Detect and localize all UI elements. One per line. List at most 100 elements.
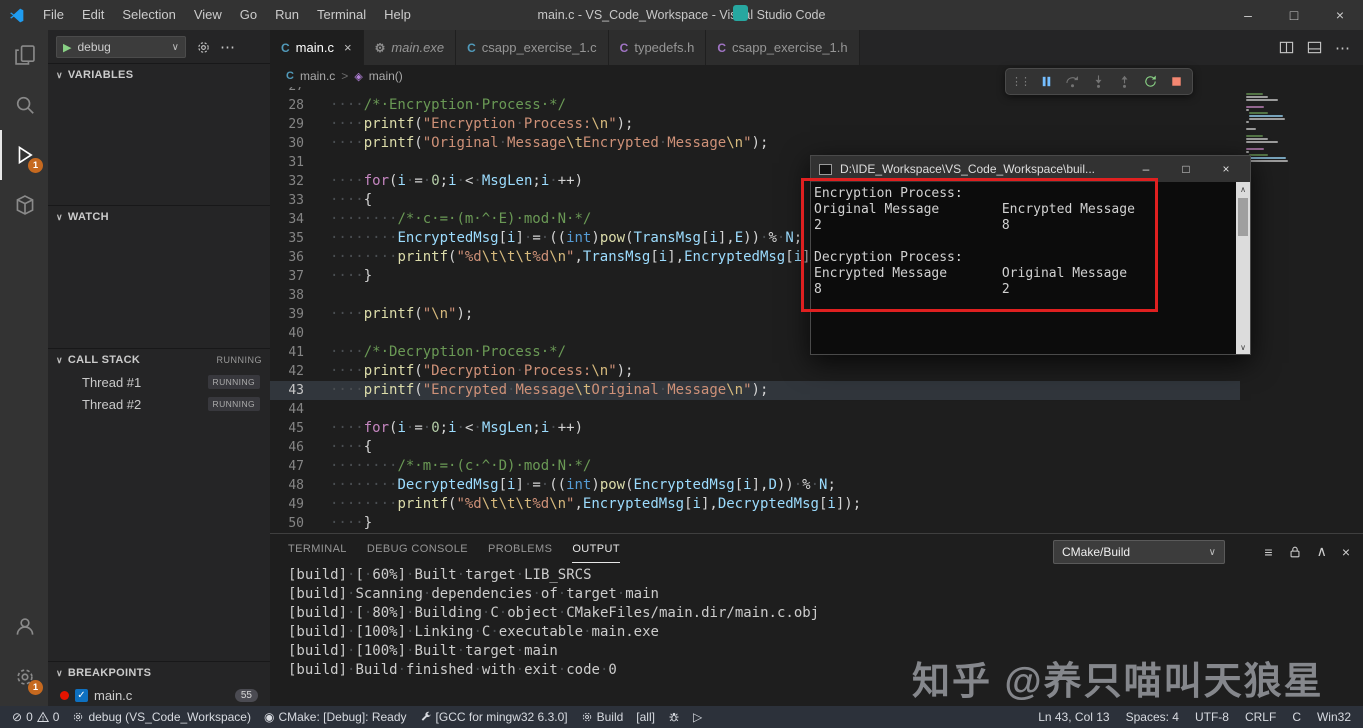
status-debug-button[interactable] [668, 711, 680, 723]
line-number[interactable]: 28 [270, 96, 322, 115]
debug-more-button[interactable]: ⋯ [220, 38, 236, 56]
maximize-button[interactable]: □ [1271, 0, 1317, 30]
menu-terminal[interactable]: Terminal [308, 0, 375, 30]
editor-tab-main.exe[interactable]: ⚙ main.exe [363, 30, 457, 65]
line-number[interactable]: 38 [270, 286, 322, 305]
output-menu-icon[interactable]: ≡ [1264, 544, 1272, 560]
line-number[interactable]: 37 [270, 267, 322, 286]
breadcrumb-symbol[interactable]: main() [369, 69, 403, 83]
line-number[interactable]: 40 [270, 324, 322, 343]
line-number[interactable]: 31 [270, 153, 322, 172]
scroll-up-arrow[interactable]: ∧ [1236, 182, 1250, 196]
line-number[interactable]: 32 [270, 172, 322, 191]
close-button[interactable]: × [1317, 0, 1363, 30]
line-number[interactable]: 43 [270, 381, 322, 400]
pause-button[interactable] [1033, 70, 1059, 94]
menu-run[interactable]: Run [266, 0, 308, 30]
breakpoint-row[interactable]: ✓ main.c 55 [48, 684, 270, 706]
line-number[interactable]: 35 [270, 229, 322, 248]
line-number[interactable]: 33 [270, 191, 322, 210]
line-number[interactable]: 45 [270, 419, 322, 438]
line-number[interactable]: 30 [270, 134, 322, 153]
status-cmake-status[interactable]: ◉ CMake: [Debug]: Ready [264, 710, 407, 724]
code-line[interactable]: 28 ····/*·Encryption·Process·*/ [270, 96, 1240, 115]
menu-help[interactable]: Help [375, 0, 420, 30]
console-scrollbar[interactable]: ∧ ∨ [1236, 182, 1250, 354]
section-variables[interactable]: ∨ VARIABLES [48, 64, 270, 86]
breadcrumb[interactable]: C main.c > ◈ main() [270, 65, 1363, 87]
debug-start-icon[interactable]: ▶ [63, 41, 71, 54]
menu-view[interactable]: View [185, 0, 231, 30]
menu-selection[interactable]: Selection [113, 0, 184, 30]
activity-item-manage[interactable]: 1 [0, 652, 48, 702]
menu-go[interactable]: Go [231, 0, 266, 30]
line-number[interactable]: 39 [270, 305, 322, 324]
drag-handle[interactable]: ⋮⋮ [1009, 75, 1033, 88]
layout-button[interactable] [1307, 40, 1322, 55]
debug-config-select[interactable]: ▶ debug ∨ [56, 36, 186, 58]
line-number[interactable]: 50 [270, 514, 322, 533]
editor-more-button[interactable]: ⋯ [1335, 39, 1351, 57]
line-number[interactable]: 27 [270, 87, 322, 96]
panel-tab-problems[interactable]: PROBLEMS [488, 536, 552, 563]
minimize-button[interactable]: – [1225, 0, 1271, 30]
callstack-thread-row[interactable]: Thread #2 RUNNING [48, 393, 270, 415]
status-indentation[interactable]: Spaces: 4 [1126, 710, 1179, 724]
line-number[interactable]: 41 [270, 343, 322, 362]
output-channel-select[interactable]: CMake/Build ∨ [1053, 540, 1225, 564]
console-titlebar[interactable]: D:\IDE_Workspace\VS_Code_Workspace\buil.… [811, 156, 1250, 182]
activity-item-explorer[interactable] [0, 30, 48, 80]
status-debug-config[interactable]: debug (VS_Code_Workspace) [72, 710, 251, 724]
code-line[interactable]: 47 ········/*·m·=·(c·^·D)·mod·N·*/ [270, 457, 1240, 476]
code-line[interactable]: 30 ····printf("Original·Message\tEncrypte… [270, 134, 1240, 153]
console-window[interactable]: D:\IDE_Workspace\VS_Code_Workspace\buil.… [810, 155, 1251, 355]
code-line[interactable]: 29 ····printf("Encryption·Process:\n"); [270, 115, 1240, 134]
section-breakpoints[interactable]: ∨ BREAKPOINTS [48, 662, 270, 684]
line-number[interactable]: 42 [270, 362, 322, 381]
code-line[interactable]: 48 ········DecryptedMsg[i]·=·((int)pow(En… [270, 476, 1240, 495]
step-into-button[interactable] [1085, 70, 1111, 94]
breadcrumb-file[interactable]: main.c [300, 69, 335, 83]
status-cursor-position[interactable]: Ln 43, Col 13 [1038, 710, 1109, 724]
step-out-button[interactable] [1111, 70, 1137, 94]
status-launch-button[interactable]: ▷ [693, 710, 702, 724]
callstack-thread-row[interactable]: Thread #1 RUNNING [48, 371, 270, 393]
menu-edit[interactable]: Edit [73, 0, 113, 30]
section-watch[interactable]: ∨ WATCH [48, 206, 270, 228]
line-number[interactable]: 49 [270, 495, 322, 514]
breakpoint-checkbox[interactable]: ✓ [75, 688, 88, 702]
restart-button[interactable] [1137, 70, 1163, 94]
editor-tab-csapp_exercise_1.c[interactable]: Ccsapp_exercise_1.c [456, 30, 609, 65]
activity-item-run-debug[interactable]: 1 [0, 130, 48, 180]
editor-tab-main.c[interactable]: Cmain.c × [270, 30, 364, 65]
code-line[interactable]: 45 ····for(i·=·0;i·<·MsgLen;i·++) [270, 419, 1240, 438]
panel-tab-debug-console[interactable]: DEBUG CONSOLE [367, 536, 468, 563]
status-eol[interactable]: CRLF [1245, 710, 1276, 724]
status-kit[interactable]: [GCC for mingw32 6.3.0] [420, 710, 568, 724]
panel-tab-output[interactable]: OUTPUT [572, 536, 620, 563]
status-problems[interactable]: ⊘ 0 0 [12, 710, 59, 724]
line-number[interactable]: 47 [270, 457, 322, 476]
editor-tab-typedefs.h[interactable]: Ctypedefs.h [608, 30, 707, 65]
activity-item-extensions[interactable] [0, 180, 48, 230]
scroll-down-arrow[interactable]: ∨ [1236, 340, 1250, 354]
section-callstack[interactable]: ∨ CALL STACK RUNNING [48, 349, 270, 371]
panel-tab-terminal[interactable]: TERMINAL [288, 536, 347, 563]
line-number[interactable]: 36 [270, 248, 322, 267]
lock-scroll-button[interactable] [1288, 545, 1302, 559]
status-encoding[interactable]: UTF-8 [1195, 710, 1229, 724]
activity-item-search[interactable] [0, 80, 48, 130]
line-number[interactable]: 44 [270, 400, 322, 419]
editor-tab-csapp_exercise_1.h[interactable]: Ccsapp_exercise_1.h [706, 30, 860, 65]
status-build-target[interactable]: [all] [636, 710, 655, 724]
code-line[interactable]: 46 ····{ [270, 438, 1240, 457]
console-close-button[interactable]: × [1210, 156, 1242, 182]
line-number[interactable]: 48 [270, 476, 322, 495]
status-build-button[interactable]: Build [581, 710, 623, 724]
status-platform[interactable]: Win32 [1317, 710, 1351, 724]
code-line[interactable]: 49 ········printf("%d\t\t\t%d\n",Encrypte… [270, 495, 1240, 514]
close-panel-button[interactable]: × [1342, 544, 1350, 560]
code-line[interactable]: 44 [270, 400, 1240, 419]
maximize-panel-button[interactable]: ∧ [1317, 543, 1327, 560]
line-number[interactable]: 46 [270, 438, 322, 457]
